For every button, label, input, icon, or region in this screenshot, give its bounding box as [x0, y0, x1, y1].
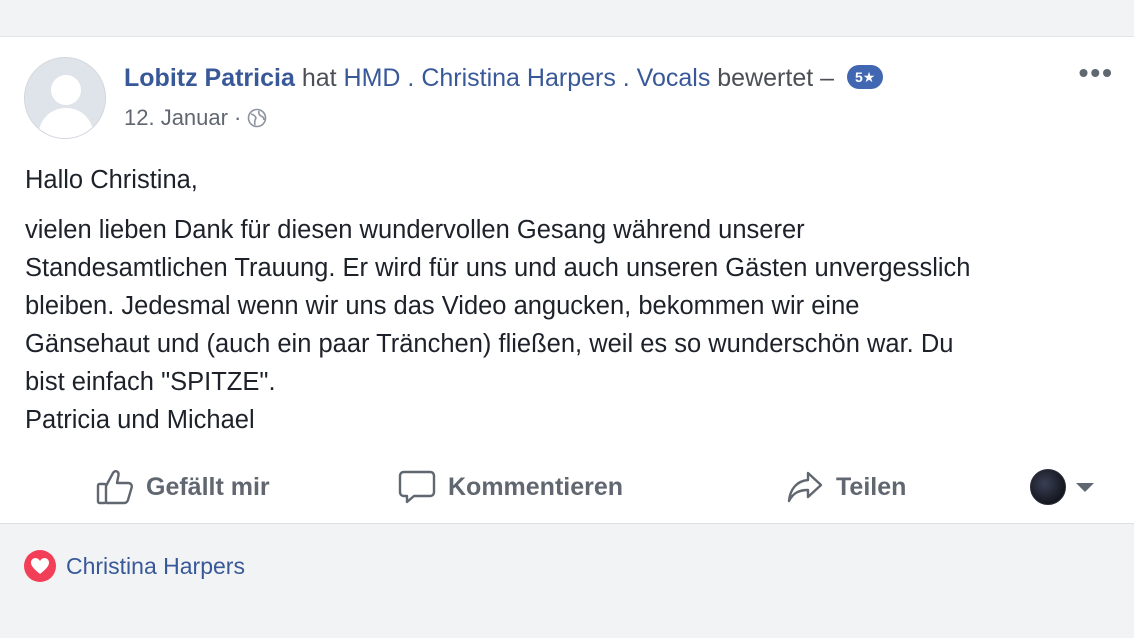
page-name-link[interactable]: HMD . Christina Harpers . Vocals [344, 64, 711, 92]
post-meta: 12. Januar · [124, 105, 267, 131]
default-avatar-icon [25, 58, 105, 138]
heart-icon [24, 550, 56, 582]
message-signature: Patricia und Michael [25, 406, 255, 434]
page-profile-avatar [1030, 469, 1066, 505]
post-header: Lobitz Patricia hat HMD . Christina Harp… [124, 63, 884, 93]
message-line: bleiben. Jedesmal wenn wir uns das Video… [25, 292, 860, 320]
comment-bubble-icon [398, 470, 436, 504]
message-line: Gänsehaut und (auch ein paar Tränchen) f… [25, 330, 954, 358]
message-line: Standesamtlichen Trauung. Er wird für un… [25, 254, 971, 282]
comment-button[interactable]: Kommentieren [398, 465, 623, 509]
comment-label: Kommentieren [448, 472, 624, 501]
author-name-link[interactable]: Lobitz Patricia [124, 64, 295, 92]
rated-suffix: bewertet – [717, 64, 835, 92]
thumbs-up-icon [96, 470, 133, 505]
more-options-button[interactable]: ••• [1079, 59, 1114, 87]
message-line: vielen lieben Dank für diesen wundervoll… [25, 216, 805, 244]
share-label: Teilen [836, 472, 907, 501]
post-greeting: Hallo Christina, [25, 166, 198, 194]
post-action-bar: Gefällt mir Kommentieren Teilen [0, 465, 1134, 509]
caret-down-icon [1076, 482, 1094, 492]
post-body: Hallo Christina, vielen lieben Dank für … [25, 161, 1115, 439]
message-line: bist einfach "SPITZE". [25, 368, 276, 396]
review-post-card: Lobitz Patricia hat HMD . Christina Harp… [0, 36, 1134, 524]
reactor-name-link[interactable]: Christina Harpers [66, 553, 245, 580]
date-separator: · [233, 105, 242, 130]
like-button[interactable]: Gefällt mir [96, 465, 270, 509]
share-button[interactable]: Teilen [786, 465, 906, 509]
reaction-summary[interactable]: Christina Harpers [24, 550, 245, 582]
post-as-selector[interactable] [1030, 465, 1094, 509]
post-message: vielen lieben Dank für diesen wundervoll… [25, 211, 1115, 439]
post-date-link[interactable]: 12. Januar [124, 105, 228, 131]
share-arrow-icon [787, 471, 823, 503]
rated-text: hat [301, 64, 337, 92]
rating-badge[interactable]: 5★ [846, 65, 884, 90]
author-avatar[interactable] [24, 57, 106, 139]
like-label: Gefällt mir [146, 472, 270, 501]
globe-icon[interactable] [247, 108, 267, 128]
